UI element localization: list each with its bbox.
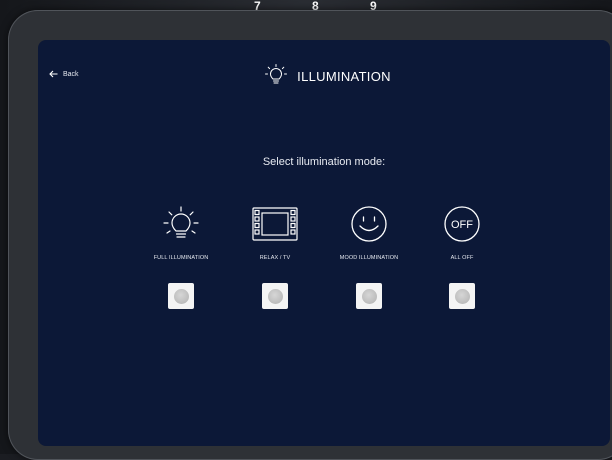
mode-relax-tv: RELAX / TV bbox=[235, 203, 315, 309]
page-title: ILLUMINATION bbox=[297, 68, 391, 84]
mode-full-illumination: FULL ILLUMINATION bbox=[141, 203, 221, 309]
mode-label: ALL OFF bbox=[450, 255, 474, 261]
film-strip-icon bbox=[252, 207, 298, 241]
mode-label: FULL ILLUMINATION bbox=[153, 255, 209, 261]
mode-mood-illumination: MOOD ILLUMINATION bbox=[329, 203, 409, 309]
relax-tv-button[interactable] bbox=[262, 283, 288, 309]
mode-label: MOOD ILLUMINATION bbox=[339, 255, 399, 261]
illumination-screen: Back ILLUMINATION Select illumination mo… bbox=[38, 40, 610, 446]
all-off-button[interactable] bbox=[449, 283, 475, 309]
tablet-frame: Back ILLUMINATION Select illumination mo… bbox=[8, 10, 612, 460]
off-icon-text: OFF bbox=[451, 219, 473, 231]
button-indicator bbox=[361, 288, 377, 304]
bright-bulb-icon bbox=[163, 206, 199, 238]
smiley-face-icon bbox=[351, 206, 387, 242]
button-indicator bbox=[267, 288, 283, 304]
mode-label: RELAX / TV bbox=[259, 255, 291, 261]
mood-illumination-button[interactable] bbox=[356, 283, 382, 309]
full-illumination-button[interactable] bbox=[168, 283, 194, 309]
mode-all-off: OFF ALL OFF bbox=[422, 203, 502, 309]
off-circle-icon: OFF bbox=[444, 206, 480, 242]
button-indicator bbox=[173, 288, 189, 304]
lightbulb-icon bbox=[265, 64, 288, 84]
mode-prompt: Select illumination mode: bbox=[262, 156, 386, 168]
button-indicator bbox=[454, 288, 470, 304]
page-header: ILLUMINATION bbox=[38, 64, 610, 88]
